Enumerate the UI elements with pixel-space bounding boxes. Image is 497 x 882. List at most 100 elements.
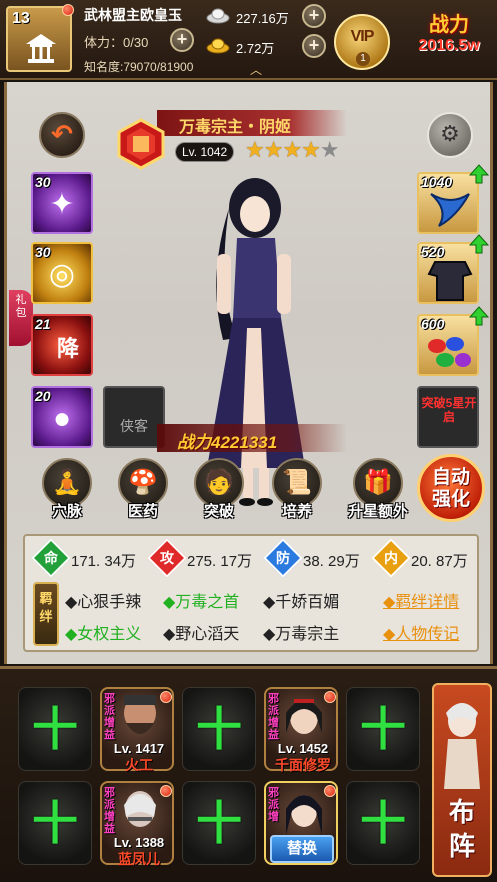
breakthrough-button[interactable]: 🧑 突破 [189,458,249,520]
gold-amount: 2.72万 [236,41,275,56]
locked-slot-label: 突破5星开启 [421,396,477,424]
hero-avatar [286,795,322,835]
notification-dot [160,785,172,797]
player-level-badge[interactable]: 13 [6,4,74,72]
hero-name: 火工 [125,757,153,773]
empty-formation-slot[interactable]: 十 [18,781,92,865]
empty-formation-slot[interactable]: 十 [18,687,92,771]
add-hero-icon: 十 [32,703,78,755]
add-stamina-button[interactable]: + [170,28,194,52]
add-gold-button[interactable]: + [302,34,326,58]
stat-inner-value: 20. 87万 [411,553,468,570]
formation-hero-slot-selected[interactable]: 邪派增 替换 [264,781,338,865]
gift-pack-tab[interactable]: 礼包 [9,290,33,346]
player-level: 13 [12,10,30,27]
hero-name: 蓝凤儿 [118,851,160,867]
cultivate-button[interactable]: 📜 培养 [267,458,327,520]
back-button[interactable]: ↶ [39,112,85,158]
hero-power-banner: 战力4221331 [157,424,347,452]
bond-item: ◆心狠手辣 [65,594,142,611]
breakthrough-label: 突破 [203,503,234,520]
hero-level: Lv. 1417 [113,741,165,756]
add-hero-icon: 十 [196,797,242,849]
bond-detail-link[interactable]: ◆羁绊详情 [383,588,459,612]
add-hero-icon: 十 [360,703,406,755]
formation-hero-slot[interactable]: 邪派增益 Lv. 1452 千面修罗 [264,687,338,773]
bond-item: ◆千娇百媚 [263,594,340,611]
medicine-button[interactable]: 🍄 医药 [113,458,173,520]
empty-formation-slot[interactable]: 十 [182,781,256,865]
hero-level: Lv. 1452 [277,741,329,756]
empty-formation-slot[interactable]: 十 [182,687,256,771]
vip-label: VIP [350,28,375,45]
bond-item: ◆万毒之首 [163,594,240,611]
top-bar: 13 武林盟主欧皇玉 体力：0/30 + 知名度:79070/81900 227… [0,0,497,80]
add-silver-button[interactable]: + [302,4,326,28]
vip-badge[interactable]: VIP 1 [334,14,390,70]
stat-life-value: 171. 34万 [71,553,137,570]
hero-name: 万毒宗主・阴姬 [179,119,292,136]
notification-dot [324,785,336,797]
temple-icon [26,34,56,63]
total-power: 战力 2016.5w [404,8,494,68]
stamina-label: 体力：0/30 [84,35,149,50]
faction-tag: 邪派增益 [268,693,279,741]
fame-label: 知名度:79070/81900 [84,60,194,74]
skill-level: 30 [35,244,51,260]
hero-name-banner: 万毒宗主・阴姬 [157,110,347,136]
faction-tag: 邪派增益 [104,693,115,741]
medicine-label: 医药 [127,503,158,520]
cultivate-label: 培养 [281,503,312,520]
locked-slot[interactable]: 突破5星开启 [417,386,479,448]
empty-formation-slot[interactable]: 十 [346,687,420,771]
attack-icon: 攻 [147,538,187,578]
bond-item: ◆野心滔天 [163,626,240,643]
biography-link[interactable]: ◆人物传记 [383,620,459,644]
equip-level: 520 [421,244,445,260]
equip-level: 1040 [421,174,453,190]
hero-name: 千面修罗 [275,757,331,773]
chevron-up-icon[interactable]: ︿ [246,64,266,76]
inner-icon: 内 [371,538,411,578]
star-up-button[interactable]: 🎁 升星额外 [343,458,413,520]
deploy-formation-button[interactable]: 布阵 [432,683,492,877]
upgrade-arrow-icon [469,164,489,184]
skill-slot-3[interactable]: 降 21 [31,314,93,376]
formation-hero-slot[interactable]: 邪派增益 Lv. 1417 火工 [100,687,174,773]
add-hero-icon: 十 [196,703,242,755]
deploy-hero-art-icon [444,703,480,789]
player-name: 武林盟主欧皇玉 [84,7,182,23]
faction-tag: 邪派增 [268,787,279,823]
hero-portrait [207,178,305,506]
stats-panel: 命 171. 34万 攻 275. 17万 防 38. 29万 内 20. 87… [23,534,479,652]
total-power-value: 2016.5w [418,37,480,54]
gear-icon: ⚙ [440,121,460,146]
formation-hero-slot[interactable]: 邪派增益 Lv. 1388 蓝凤儿 [100,781,174,867]
equip-level: 600 [421,316,445,332]
upgrade-arrow-icon [469,306,489,326]
companion-slot[interactable]: 侠客 [103,386,165,448]
silver-amount: 227.16万 [236,11,289,26]
bond-item: ◆万毒宗主 [263,626,340,643]
deploy-label: 布阵 [448,797,475,861]
skill-slot-2[interactable]: ◎ 30 [31,242,93,304]
hero-settings-button[interactable]: ⚙ [427,112,473,158]
hero-avatar [286,699,322,734]
gemstones-icon [428,337,471,367]
empty-formation-slot[interactable]: 十 [346,781,420,865]
silver-ingot-icon [206,8,230,24]
stat-defense-value: 38. 29万 [303,553,360,570]
bond-tag: 羁绊 [33,582,59,646]
skill-level: 20 [35,388,51,404]
hero-level: Lv. 1388 [113,835,165,850]
dark-robe-armor-icon [427,261,473,301]
star-up-label: 升星额外 [347,503,408,520]
hero-star-rating: ★★★★★ [245,138,340,162]
meridian-button[interactable]: 🧘 穴脉 [37,458,97,520]
hero-rank-badge-icon [117,118,165,170]
auto-enhance-button[interactable]: 自动 强化 [417,454,485,522]
skill-slot-4[interactable]: ● 20 [31,386,93,448]
replace-button[interactable]: 替换 [270,835,334,863]
total-power-label: 战力 [429,14,469,36]
skill-slot-1[interactable]: ✦ 30 [31,172,93,234]
